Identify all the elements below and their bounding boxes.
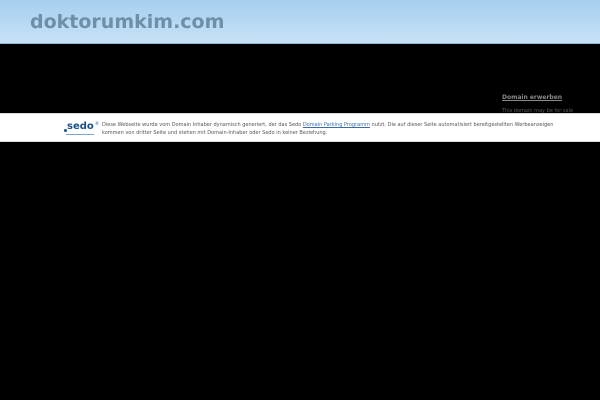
disclaimer-bar: sedo ® Diese Webseite wurde vom Domain I…	[0, 113, 600, 142]
acquire-domain-link[interactable]: Domain erwerben	[502, 94, 592, 102]
sedo-logo-text: sedo	[67, 121, 94, 132]
parking-program-link[interactable]: Domain Parking Programm	[303, 122, 370, 128]
domain-sale-box: Domain erwerben This domain may be for s…	[502, 94, 592, 115]
sedo-logo-underline	[66, 134, 94, 135]
site-header: doktorumkim.com	[0, 0, 600, 44]
site-title[interactable]: doktorumkim.com	[30, 10, 224, 34]
sedo-logo-icon[interactable]: sedo ®	[64, 121, 99, 135]
disclaimer-text-before: Diese Webseite wurde vom Domain Inhaber …	[102, 122, 303, 128]
disclaimer-text: Diese Webseite wurde vom Domain Inhaber …	[102, 122, 572, 137]
sedo-logo-registered: ®	[95, 121, 99, 126]
